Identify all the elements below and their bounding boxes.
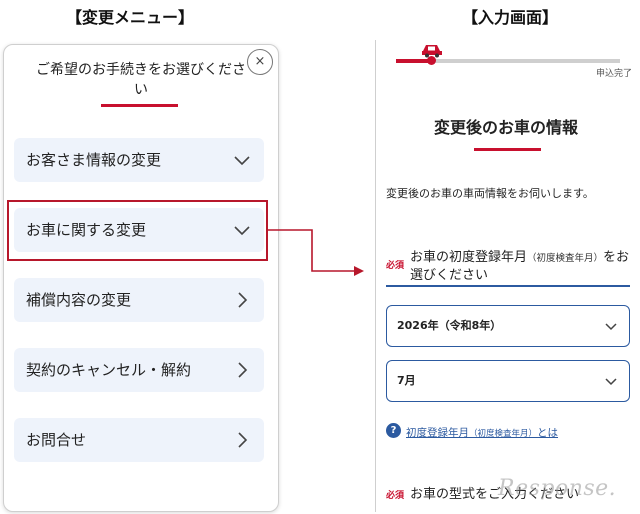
help-icon[interactable]: ? (386, 423, 401, 438)
required-badge: 必須 (386, 261, 405, 271)
chevron-down-icon (605, 378, 617, 386)
chevron-right-icon (238, 362, 248, 378)
close-button[interactable]: × (247, 49, 273, 75)
menu-item-cancel[interactable]: 契約のキャンセル・解約 (14, 348, 264, 392)
chevron-down-icon (234, 156, 250, 166)
help-link-tail: とは (537, 427, 559, 439)
menu-title: ご希望のお手続きをお選びください (36, 62, 246, 98)
required-badge: 必須 (386, 491, 405, 501)
menu-item-customer-info[interactable]: お客さま情報の変更 (14, 138, 264, 182)
help-link-main: 初度登録年月 (406, 427, 469, 439)
progress-end-label: 申込完了 (596, 69, 633, 79)
progress-marker (427, 56, 436, 65)
highlight-box (7, 200, 268, 261)
month-select-value: 7月 (397, 374, 416, 387)
menu-caption: 【変更メニュー】 (66, 8, 195, 27)
menu-item-label: お問合せ (26, 431, 87, 449)
help-link[interactable]: 初度登録年月（初度検査年月）とは (406, 425, 558, 440)
question-underline (386, 285, 630, 287)
menu-item-contact[interactable]: お問合せ (14, 418, 264, 462)
menu-title-underline (101, 104, 178, 107)
menu-item-label: お客さま情報の変更 (26, 151, 162, 169)
intro-text: 変更後のお車の車両情報をお伺いします。 (386, 187, 594, 200)
chevron-down-icon (605, 323, 617, 331)
month-select[interactable]: 7月 (386, 360, 630, 402)
form-heading: 変更後のお車の情報 (433, 118, 578, 137)
watermark: Response. (498, 476, 617, 501)
question-label-main: お車の初度登録年月 (410, 250, 528, 265)
help-link-sub: （初度検査年月） (469, 429, 538, 439)
menu-item-coverage[interactable]: 補償内容の変更 (14, 278, 264, 322)
connector-arrow-icon (268, 229, 364, 276)
form-caption: 【入力画面】 (462, 8, 559, 27)
menu-item-label: 補償内容の変更 (26, 291, 132, 309)
question-label-sub: （初度検査年月） (527, 253, 604, 264)
close-icon: × (254, 54, 266, 69)
year-select[interactable]: 2026年（令和8年） (386, 305, 630, 347)
first-registration-question: お車の初度登録年月（初度検査年月）をお選びください (410, 249, 634, 284)
form-heading-underline (474, 148, 541, 151)
menu-item-label: 契約のキャンセル・解約 (26, 361, 192, 379)
year-select-value: 2026年（令和8年） (397, 319, 502, 332)
chevron-right-icon (238, 292, 248, 308)
chevron-right-icon (238, 432, 248, 448)
